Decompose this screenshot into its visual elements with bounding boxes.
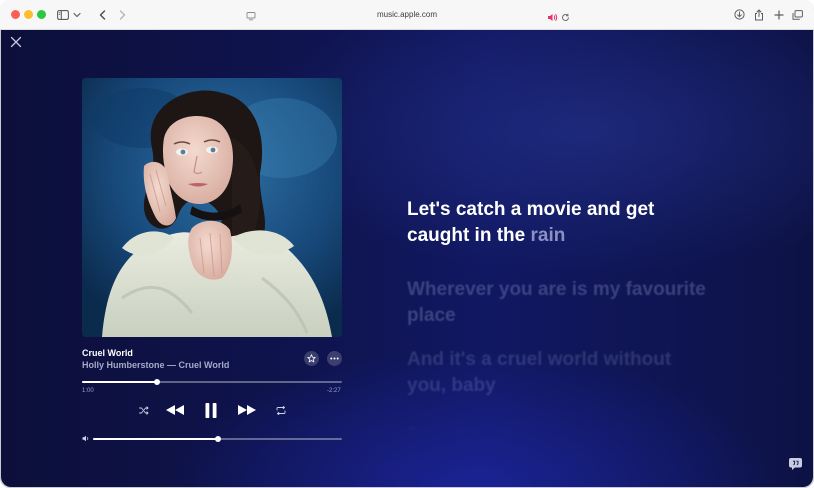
forward-icon[interactable] (115, 6, 129, 23)
close-window-button[interactable] (11, 10, 20, 19)
reload-icon[interactable] (561, 9, 570, 27)
lyrics-toggle-button[interactable] (788, 457, 803, 471)
zoom-window-button[interactable] (37, 10, 46, 19)
safari-window: music.apple.com Cruel World Holly Humber… (0, 0, 814, 488)
progress-scrubber[interactable] (154, 379, 161, 385)
browser-toolbar: music.apple.com (0, 0, 814, 30)
pause-icon (205, 402, 217, 418)
speaker-icon[interactable] (547, 9, 558, 27)
site-settings-icon[interactable] (246, 8, 256, 26)
next-button[interactable] (236, 403, 258, 417)
progress-fill (82, 381, 158, 383)
song-title[interactable]: Cruel World (82, 348, 133, 358)
back-icon[interactable] (95, 6, 109, 23)
shuffle-button[interactable] (138, 404, 150, 416)
tab-overview-icon[interactable] (791, 6, 804, 23)
star-icon (307, 354, 316, 363)
play-pause-button[interactable] (203, 402, 219, 418)
previous-icon (166, 405, 184, 415)
elapsed-time: 1:00 (82, 388, 94, 394)
more-options-button[interactable] (327, 351, 342, 366)
lyric-line-next[interactable]: Wherever you are is my favourite place (407, 277, 707, 329)
repeat-icon (276, 405, 286, 415)
volume-fill (93, 438, 218, 440)
repeat-button[interactable] (275, 404, 287, 416)
shuffle-icon (139, 405, 149, 415)
volume-speaker-icon (81, 434, 91, 443)
lyric-line-next[interactable]: ... (407, 420, 707, 434)
album-artwork (82, 78, 342, 337)
download-icon[interactable] (733, 6, 746, 23)
now-playing-view: Cruel World Holly Humberstone — Cruel Wo… (1, 30, 813, 487)
address-bar-url[interactable]: music.apple.com (340, 8, 474, 21)
remaining-time: -2:27 (327, 388, 341, 394)
close-icon (10, 36, 22, 48)
lyric-line-next[interactable]: And it's a cruel world without you, baby (407, 347, 707, 399)
minimize-window-button[interactable] (24, 10, 33, 19)
volume-knob[interactable] (214, 436, 221, 442)
lyric-upcoming-word: rain (530, 225, 566, 246)
ellipsis-icon (330, 357, 339, 360)
next-icon (238, 405, 256, 415)
new-tab-icon[interactable] (772, 6, 785, 23)
favorite-button[interactable] (304, 351, 319, 366)
previous-button[interactable] (164, 403, 186, 417)
sidebar-icon[interactable] (56, 6, 70, 23)
lyric-line-current[interactable]: Let's catch a movie and get caught in th… (407, 197, 707, 249)
close-player-button[interactable] (9, 35, 23, 49)
lyrics-quote-icon (789, 458, 802, 470)
playback-progress-bar[interactable] (82, 379, 342, 385)
share-icon[interactable] (752, 6, 765, 23)
song-artist-album[interactable]: Holly Humberstone — Cruel World (82, 360, 229, 370)
chevron-down-icon[interactable] (72, 6, 82, 23)
volume-slider[interactable] (93, 436, 342, 442)
